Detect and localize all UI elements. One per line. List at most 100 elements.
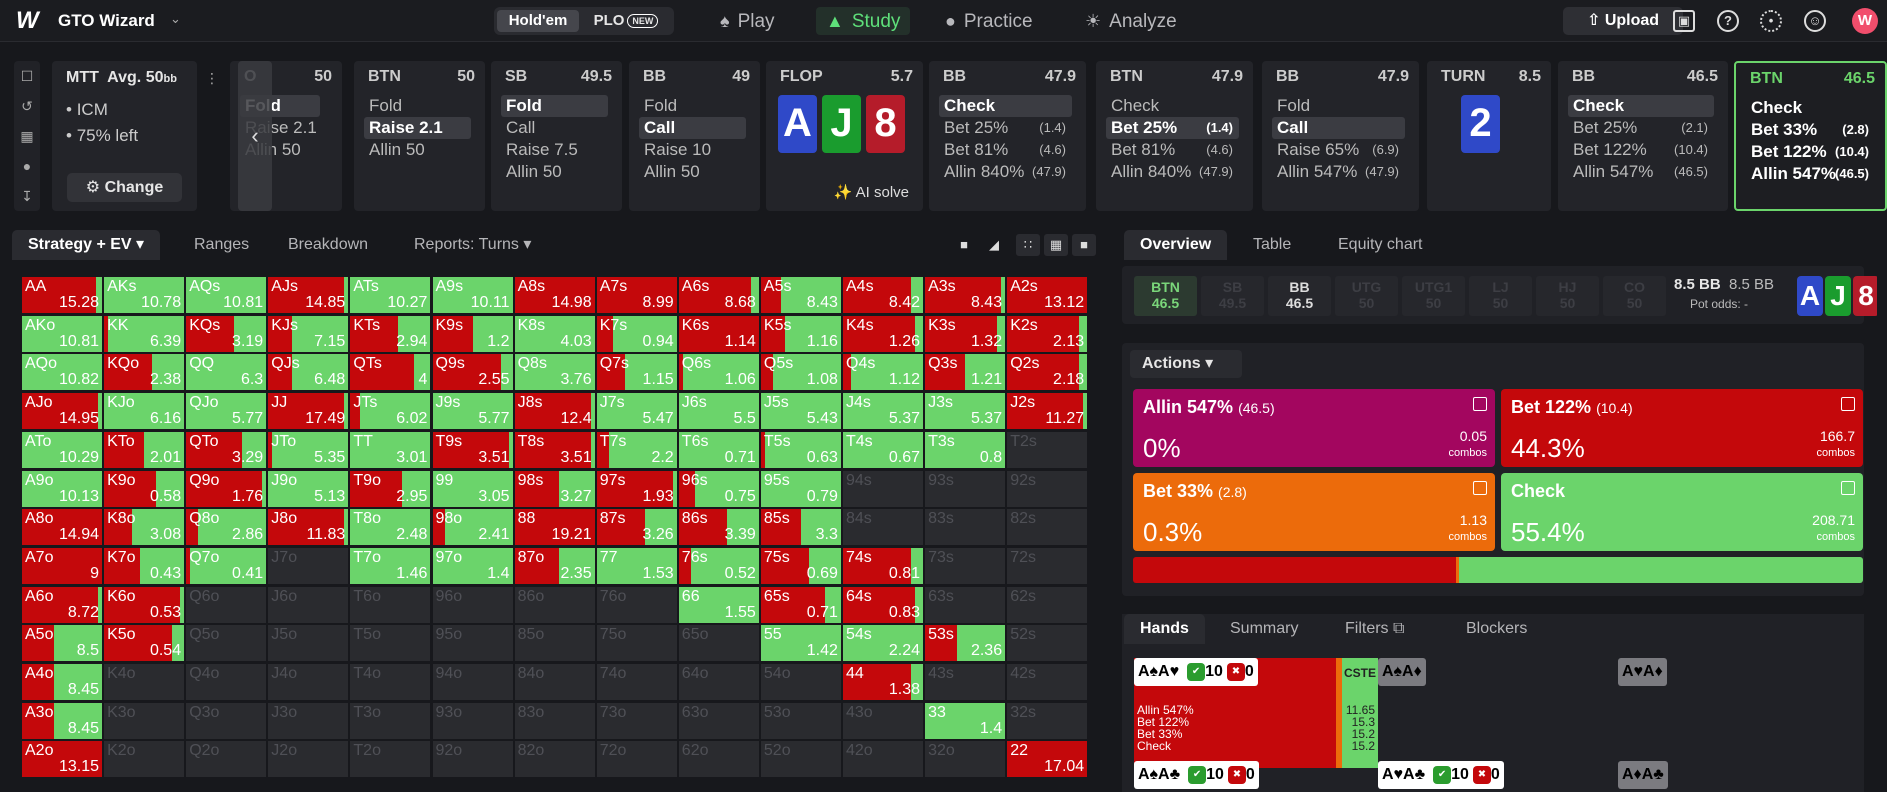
hand-cell[interactable]: 9 A7o bbox=[22, 547, 102, 584]
hand-cell[interactable]: 1.08 Q5s bbox=[760, 354, 841, 391]
hand-cell[interactable]: 3.01 TT bbox=[350, 431, 431, 468]
hand-cell[interactable]: T2s bbox=[1007, 431, 1088, 468]
action-option[interactable]: Bet 25% (2.1) bbox=[1568, 117, 1714, 139]
hand-cell[interactable]: 0.54 K5o bbox=[104, 625, 185, 662]
split-view-icon[interactable]: ◢ bbox=[982, 234, 1006, 256]
grid-view-icon[interactable]: ▦ bbox=[1044, 234, 1068, 256]
save-icon[interactable]: ▦ bbox=[14, 121, 40, 151]
hand-cell[interactable]: 8.5 A5o bbox=[22, 625, 102, 662]
hand-cell[interactable]: 0.8 T3s bbox=[925, 431, 1006, 468]
hand-combo[interactable]: A♠A♥ ✔ 10 ✖ 0 bbox=[1134, 658, 1258, 686]
position-btn[interactable]: BTN 46.5 bbox=[1134, 276, 1197, 316]
hand-cell[interactable]: 1.93 97s bbox=[596, 470, 677, 507]
action-option[interactable]: Fold bbox=[364, 95, 471, 117]
hand-cell[interactable]: 3.19 KQs bbox=[186, 315, 267, 352]
hand-cell[interactable]: 3.51 T8s bbox=[514, 431, 595, 468]
hand-cell[interactable]: 3.27 98s bbox=[514, 470, 595, 507]
hand-combo[interactable]: A♦A♣ bbox=[1618, 761, 1668, 789]
hand-cell[interactable]: Q4o bbox=[186, 664, 267, 700]
hand-cell[interactable]: T6o bbox=[350, 586, 431, 623]
sequence-card[interactable]: BB 49 Fold Call Raise 10 Allin 50 bbox=[629, 61, 760, 211]
position-utg[interactable]: UTG 50 bbox=[1335, 276, 1398, 316]
action-box[interactable]: Bet 33% (2.8) 0.3% 1.13 combos bbox=[1133, 473, 1495, 551]
action-box[interactable]: Allin 547% (46.5) 0% 0.05 combos bbox=[1133, 389, 1495, 467]
hand-cell[interactable]: 53o bbox=[760, 702, 841, 739]
hand-cell[interactable]: 3.51 T9s bbox=[432, 431, 513, 468]
hand-cell[interactable]: 2.2 T7s bbox=[596, 431, 677, 468]
hand-cell[interactable]: 15.28 AA bbox=[22, 277, 102, 313]
hand-cell[interactable]: 5.47 J7s bbox=[596, 393, 677, 430]
hand-cell[interactable]: 0.43 K7o bbox=[104, 547, 185, 584]
action-box[interactable]: Bet 122% (10.4) 44.3% 166.7 combos bbox=[1501, 389, 1863, 467]
action-option[interactable]: Raise 7.5 bbox=[501, 139, 608, 161]
hand-cell[interactable]: 3.08 K8o bbox=[104, 509, 185, 546]
actions-dropdown[interactable]: Actions ▾ bbox=[1130, 350, 1242, 378]
nav-play[interactable]: ♠ Play bbox=[710, 7, 785, 35]
hand-cell[interactable]: 3.05 99 bbox=[432, 470, 513, 507]
hand-cell[interactable]: 2.48 T8o bbox=[350, 509, 431, 546]
tab-strategy-ev[interactable]: Strategy + EV ▾ bbox=[12, 230, 161, 260]
hand-cell[interactable]: 42o bbox=[843, 741, 923, 778]
action-box[interactable]: Check 55.4% 208.71 combos bbox=[1501, 473, 1863, 551]
action-option[interactable]: Allin 50 bbox=[501, 161, 608, 183]
hand-cell[interactable]: 94s bbox=[843, 470, 923, 507]
position-lj[interactable]: LJ 50 bbox=[1469, 276, 1532, 316]
hand-cell[interactable]: 42s bbox=[1007, 664, 1088, 700]
hand-cell[interactable]: 62s bbox=[1007, 586, 1088, 623]
hand-cell[interactable]: 2.94 KTs bbox=[350, 315, 431, 352]
hand-cell[interactable]: 5.43 J5s bbox=[760, 393, 841, 430]
gear-icon[interactable]: • bbox=[1760, 10, 1782, 32]
notes-icon[interactable] bbox=[1473, 397, 1487, 411]
hand-cell[interactable]: J4o bbox=[268, 664, 349, 700]
action-option[interactable]: Check bbox=[1568, 95, 1714, 117]
hand-cell[interactable]: 17.04 22 bbox=[1007, 741, 1088, 778]
hand-cell[interactable]: 32s bbox=[1007, 702, 1088, 739]
sequence-card[interactable]: BB 47.9 Fold Call Raise 65% (6.9) Allin 547% (4… bbox=[1262, 61, 1419, 211]
sequence-card[interactable]: BTN 47.9 Check Bet 25% (1.4) Bet 81% (4.6) Alli… bbox=[1096, 61, 1253, 211]
hand-cell[interactable]: 8.72 A6o bbox=[22, 586, 102, 623]
hand-cell[interactable]: 0.71 T6s bbox=[678, 431, 759, 468]
sequence-card[interactable]: FLOP 5.7 A J 8 ✨ AI solve bbox=[766, 61, 923, 211]
hand-cell[interactable]: 8.43 A3s bbox=[925, 277, 1006, 313]
screenshot-icon[interactable]: ▣ bbox=[1673, 10, 1695, 32]
hand-cell[interactable]: 6.39 KK bbox=[104, 315, 185, 352]
hand-cell[interactable]: 1.15 Q7s bbox=[596, 354, 677, 391]
tab-table[interactable]: Table bbox=[1237, 230, 1307, 260]
hand-cell[interactable]: 92s bbox=[1007, 470, 1088, 507]
notes-icon[interactable] bbox=[1473, 481, 1487, 495]
hand-cell[interactable]: 6.02 JTs bbox=[350, 393, 431, 430]
hand-cell[interactable]: T4o bbox=[350, 664, 431, 700]
hand-cell[interactable]: 10.27 ATs bbox=[350, 277, 431, 313]
tab-summary[interactable]: Summary bbox=[1214, 614, 1314, 644]
hand-cell[interactable]: 52s bbox=[1007, 625, 1088, 662]
hand-cell[interactable]: 1.21 Q3s bbox=[925, 354, 1006, 391]
hand-cell[interactable]: 62o bbox=[678, 741, 759, 778]
hand-cell[interactable]: Q6o bbox=[186, 586, 267, 623]
action-option[interactable]: Allin 547% (46.5) bbox=[1568, 161, 1714, 183]
hand-cell[interactable]: T3o bbox=[350, 702, 431, 739]
hand-cell[interactable]: 8.42 A4s bbox=[843, 277, 923, 313]
hand-cell[interactable]: 1.26 K4s bbox=[843, 315, 923, 352]
sequence-card[interactable]: BTN 50 Fold Raise 2.1 Allin 50 bbox=[354, 61, 485, 211]
sequence-card[interactable]: BB 46.5 Check Bet 25% (2.1) Bet 122% (10.4) All… bbox=[1558, 61, 1728, 211]
hand-cell[interactable]: 93o bbox=[432, 702, 513, 739]
hand-cell[interactable]: K2o bbox=[104, 741, 185, 778]
action-option[interactable]: Allin 50 bbox=[364, 139, 471, 161]
action-option[interactable]: Call bbox=[1272, 117, 1405, 139]
hand-cell[interactable]: 2.95 T9o bbox=[350, 470, 431, 507]
hand-cell[interactable]: 5.37 J3s bbox=[925, 393, 1006, 430]
hand-cell[interactable]: 2.36 53s bbox=[925, 625, 1006, 662]
position-hj[interactable]: HJ 50 bbox=[1536, 276, 1599, 316]
hand-cell[interactable]: 54o bbox=[760, 664, 841, 700]
hand-cell[interactable]: 1.06 Q6s bbox=[678, 354, 759, 391]
hand-cell[interactable]: 1.16 K5s bbox=[760, 315, 841, 352]
action-option[interactable]: Check bbox=[1106, 95, 1239, 117]
sequence-card[interactable]: BB 47.9 Check Bet 25% (1.4) Bet 81% (4.6) Allin… bbox=[929, 61, 1086, 211]
hand-cell[interactable]: 92o bbox=[432, 741, 513, 778]
tab-filters[interactable]: Filters ⧉ bbox=[1329, 614, 1420, 644]
gto-wizard-logo-icon[interactable]: W bbox=[16, 9, 46, 33]
hand-cell[interactable]: 1.76 Q9o bbox=[186, 470, 267, 507]
hand-cell[interactable]: 76o bbox=[596, 586, 677, 623]
hand-cell[interactable]: 10.13 A9o bbox=[22, 470, 102, 507]
hand-cell[interactable]: 1.55 66 bbox=[678, 586, 759, 623]
